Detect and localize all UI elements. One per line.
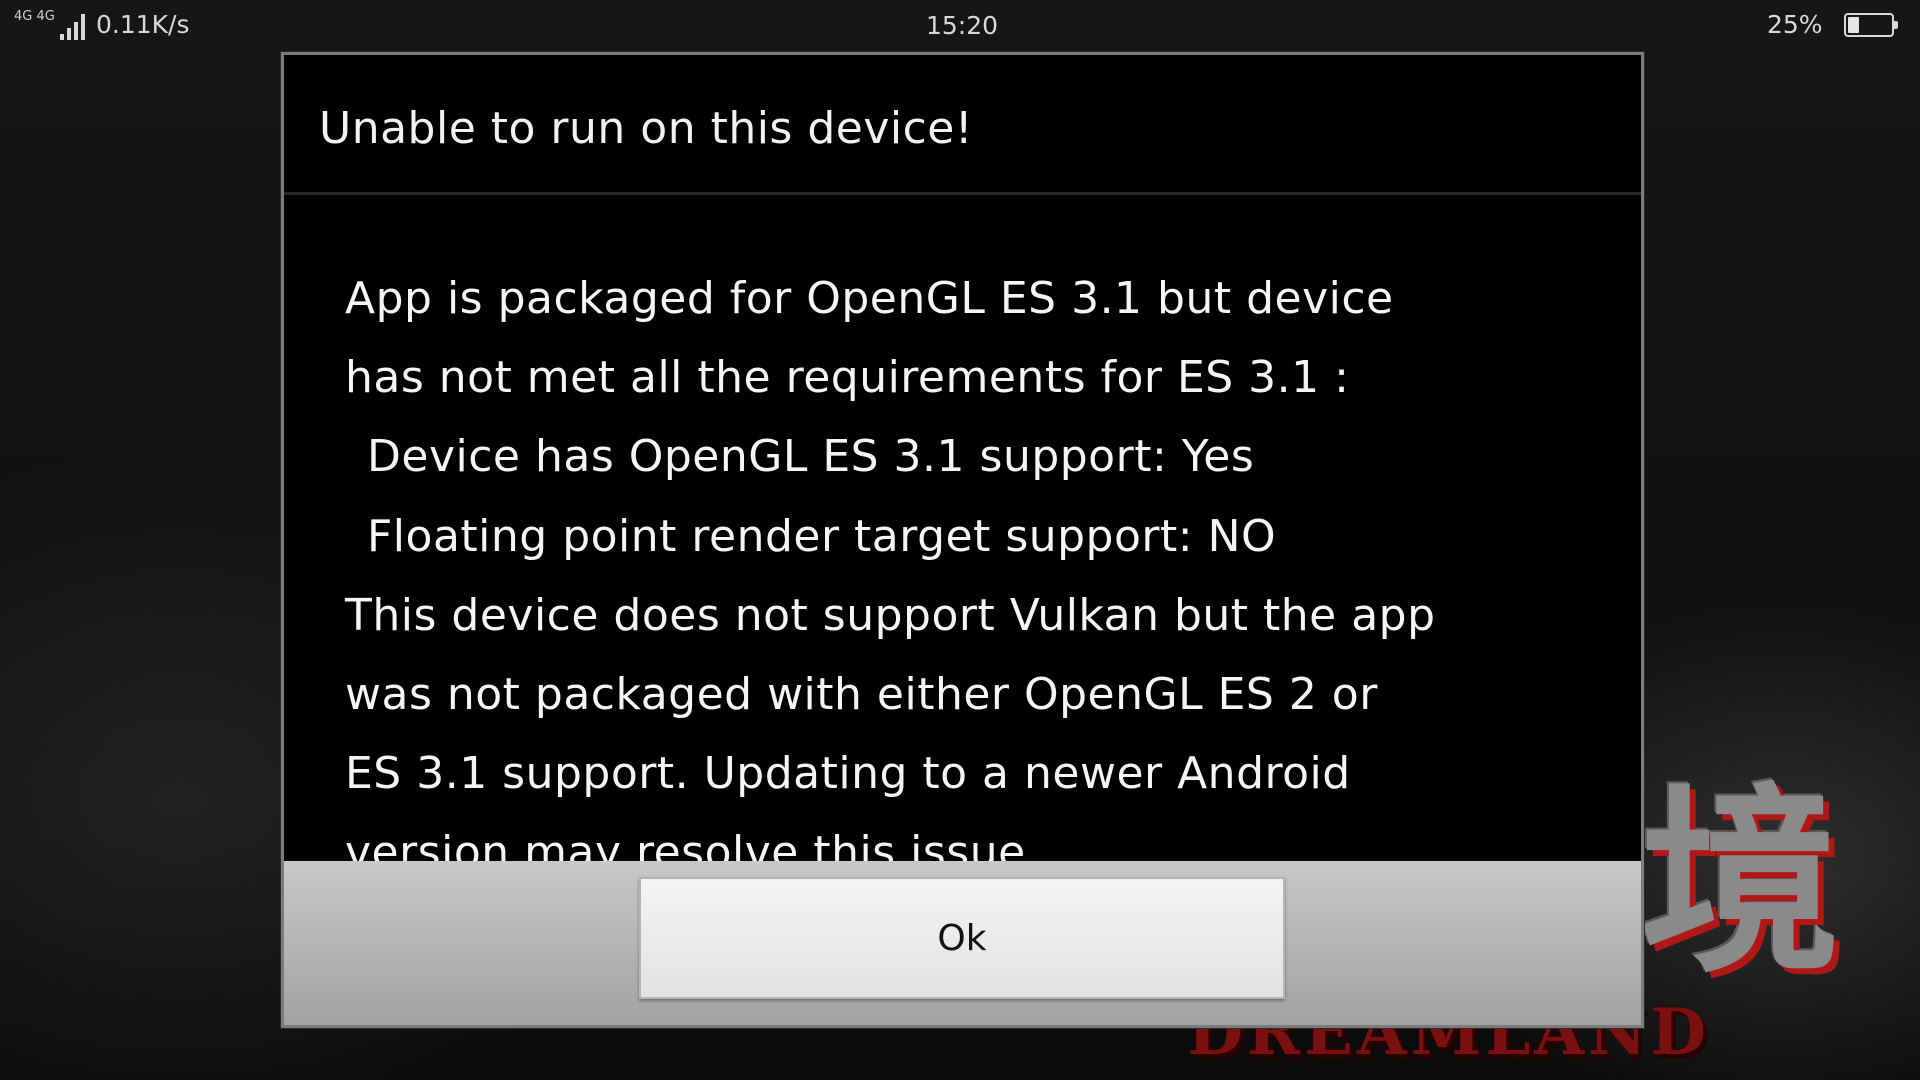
message-line: ES 3.1 support. Updating to a newer Andr… — [345, 748, 1351, 799]
ok-button[interactable]: Ok — [639, 877, 1285, 999]
dialog-header: Unable to run on this device! — [284, 55, 1641, 195]
network-type-label: 4G 4G — [14, 9, 55, 24]
message-line: This device does not support Vulkan but … — [345, 590, 1436, 641]
dialog-message: App is packaged for OpenGL ES 3.1 but de… — [284, 195, 1641, 911]
error-dialog: Unable to run on this device! App is pac… — [281, 52, 1644, 1028]
status-clock: 15:20 — [926, 11, 999, 40]
message-line: Device has OpenGL ES 3.1 support: Yes — [367, 431, 1255, 482]
background-logo-char: 境 — [1639, 765, 1840, 1000]
battery-level-fill — [1848, 17, 1859, 33]
dialog-footer: Ok — [284, 861, 1641, 1025]
status-bar: 4G 4G 0.11K/s 15:20 25% — [0, 0, 1920, 50]
battery-icon — [1844, 13, 1898, 37]
message-line: has not met all the requirements for ES … — [345, 352, 1350, 403]
battery-percent: 25% — [1767, 10, 1823, 39]
signal-icon: 4G 4G — [14, 10, 85, 40]
dialog-title: Unable to run on this device! — [319, 103, 974, 154]
message-line: Floating point render target support: NO — [367, 511, 1277, 562]
message-line: was not packaged with either OpenGL ES 2… — [345, 669, 1378, 720]
app-screen: ▀▀▀▀▀▀ 境 DREAMLAND 4G 4G 0.11K/s 15:20 2… — [0, 0, 1920, 1080]
network-speed: 0.11K/s — [96, 10, 190, 39]
message-line: App is packaged for OpenGL ES 3.1 but de… — [345, 273, 1394, 324]
